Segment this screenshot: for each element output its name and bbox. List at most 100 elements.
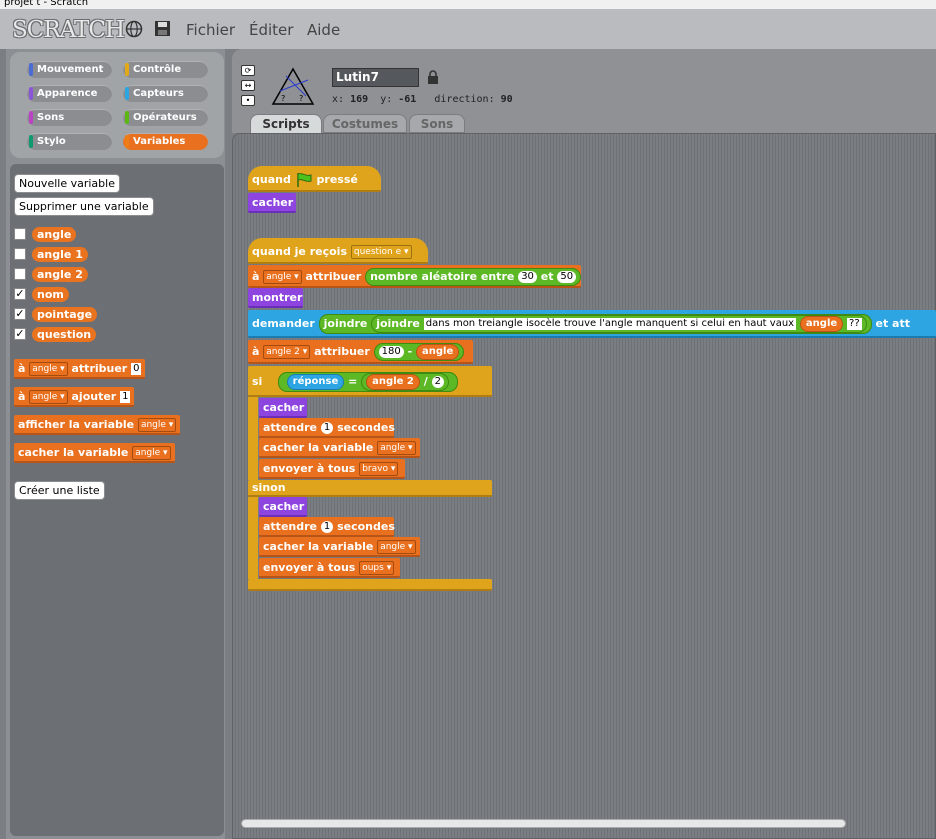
set-variable-block[interactable]: à angle attribuer 0 — [14, 359, 146, 379]
show-block[interactable]: montrer — [248, 288, 303, 308]
message-dropdown[interactable]: oups — [359, 561, 395, 575]
show-variable-block[interactable]: afficher la variable angle — [14, 415, 181, 435]
block-text: nombre aléatoire entre — [370, 270, 515, 283]
x-value: 169 — [350, 94, 369, 105]
horizontal-scrollbar[interactable] — [241, 819, 846, 828]
delete-variable-button[interactable]: Supprimer une variable — [14, 197, 154, 216]
variable-reporter[interactable]: angle — [416, 344, 460, 360]
menu-edit[interactable]: Éditer — [249, 21, 293, 39]
new-variable-button[interactable]: Nouvelle variable — [14, 174, 120, 193]
block-text: attendre — [263, 421, 317, 434]
block-text: ajouter — [71, 390, 117, 403]
message-dropdown[interactable]: question e — [350, 245, 412, 259]
join-operator[interactable]: joindre joindre dans mon treiangle isocè… — [318, 314, 872, 334]
variable-dropdown[interactable]: angle — [137, 418, 177, 432]
answer-reporter[interactable]: réponse — [286, 374, 345, 390]
text-input[interactable]: ?? — [847, 318, 862, 330]
number-input[interactable]: 1 — [320, 422, 334, 434]
join-operator-inner[interactable]: joindre dans mon treiangle isocèle trouv… — [371, 315, 867, 333]
when-flag-clicked-hat[interactable]: quand pressé — [248, 166, 381, 192]
variable-dropdown[interactable]: angle 2 — [263, 345, 311, 359]
broadcast-block[interactable]: envoyer à tous oups — [259, 558, 400, 578]
when-i-receive-hat[interactable]: quand je reçois question e — [248, 238, 428, 264]
else-label: sinon — [248, 480, 492, 497]
variable-checkbox[interactable] — [14, 228, 26, 240]
broadcast-block[interactable]: envoyer à tous bravo — [259, 459, 405, 479]
category-looks[interactable]: Apparence — [27, 85, 112, 102]
variable-dropdown[interactable]: angle — [29, 362, 68, 376]
variable-dropdown[interactable]: angle — [263, 270, 302, 284]
hide-variable-block[interactable]: cacher la variable angle — [259, 537, 420, 557]
variable-dropdown[interactable]: angle — [29, 390, 68, 404]
set-variable-block[interactable]: à angle attribuer nombre aléatoire entre… — [248, 265, 582, 288]
block-text: afficher la variable — [18, 418, 135, 431]
number-input[interactable]: 50 — [557, 271, 577, 283]
number-input[interactable]: 180 — [378, 346, 404, 358]
sprite-thumbnail-icon: ? ? — [271, 67, 315, 105]
tab-scripts[interactable]: Scripts — [250, 114, 322, 133]
hide-variable-block[interactable]: cacher la variable angle — [259, 438, 420, 458]
equals-operator[interactable]: réponse = angle 2 / 2 — [277, 372, 458, 392]
variable-checkbox[interactable]: ✓ — [14, 308, 26, 320]
change-variable-block[interactable]: à angle ajouter 1 — [14, 387, 135, 407]
variable-checkbox[interactable]: ✓ — [14, 328, 26, 340]
sensing-color-icon — [125, 87, 129, 100]
subtract-operator[interactable]: 180 - angle — [373, 343, 465, 361]
number-input[interactable]: 1 — [320, 521, 334, 533]
category-operators[interactable]: Opérateurs — [123, 109, 208, 126]
variable-reporter[interactable]: angle 2 — [366, 374, 420, 390]
variable-reporter[interactable]: angle — [799, 316, 844, 332]
value-input[interactable]: 0 — [131, 363, 142, 375]
hide-block[interactable]: cacher — [248, 193, 296, 213]
variable-checkbox[interactable] — [14, 268, 26, 280]
motion-color-icon — [29, 63, 33, 76]
category-sensing[interactable]: Capteurs — [123, 85, 208, 102]
lock-icon[interactable] — [427, 70, 439, 84]
variable-reporter[interactable]: angle — [32, 227, 77, 242]
hide-block[interactable]: cacher — [259, 398, 307, 418]
value-input[interactable]: 1 — [120, 391, 131, 403]
sprite-name-field[interactable]: Lutin7 — [332, 68, 419, 87]
random-operator[interactable]: nombre aléatoire entre 30 et 50 — [365, 268, 582, 286]
no-rotate-icon[interactable]: • — [241, 95, 255, 106]
variable-reporter[interactable]: angle 1 — [32, 247, 88, 262]
globe-icon[interactable] — [125, 20, 143, 38]
category-control[interactable]: Contrôle — [123, 61, 208, 78]
variable-reporter[interactable]: angle 2 — [32, 267, 88, 282]
hide-variable-block[interactable]: cacher la variable angle — [14, 443, 175, 463]
new-list-button[interactable]: Créer une liste — [14, 481, 105, 500]
number-input[interactable]: 30 — [518, 271, 537, 283]
flip-icon[interactable]: ↔ — [241, 80, 255, 91]
wait-block[interactable]: attendre 1 secondes — [259, 517, 395, 537]
hide-block[interactable]: cacher — [259, 497, 307, 517]
number-input[interactable]: 2 — [431, 376, 444, 388]
category-sound[interactable]: Sons — [27, 109, 112, 126]
variable-checkbox[interactable]: ✓ — [14, 288, 26, 300]
variable-dropdown[interactable]: angle — [377, 441, 416, 455]
variable-reporter[interactable]: nom — [32, 287, 69, 302]
category-label: Apparence — [37, 88, 98, 99]
variable-dropdown[interactable]: angle — [377, 540, 416, 554]
if-else-block[interactable]: si réponse = angle 2 / 2 — [248, 366, 492, 397]
ask-block[interactable]: demander joindre joindre dans mon treian… — [248, 310, 936, 338]
save-icon[interactable] — [154, 20, 171, 37]
set-variable-block[interactable]: à angle 2 attribuer 180 - angle — [248, 340, 473, 364]
category-variables[interactable]: Variables — [123, 133, 208, 150]
tab-sounds[interactable]: Sons — [409, 114, 465, 133]
rotate-icon[interactable]: ⟳ — [241, 65, 255, 76]
else-arm — [248, 497, 258, 579]
wait-block[interactable]: attendre 1 secondes — [259, 418, 395, 438]
text-input[interactable]: dans mon treiangle isocèle trouve l'angl… — [423, 318, 797, 330]
category-pen[interactable]: Stylo — [27, 133, 112, 150]
sound-color-icon — [29, 111, 33, 124]
variable-checkbox[interactable] — [14, 248, 26, 260]
category-motion[interactable]: Mouvement — [27, 61, 112, 78]
message-dropdown[interactable]: bravo — [359, 462, 399, 476]
variable-dropdown[interactable]: angle — [132, 446, 171, 460]
tab-costumes[interactable]: Costumes — [323, 114, 407, 133]
variable-reporter[interactable]: question — [32, 327, 97, 342]
divide-operator[interactable]: angle 2 / 2 — [361, 373, 449, 391]
menu-help[interactable]: Aide — [307, 21, 340, 39]
menu-file[interactable]: Fichier — [186, 21, 235, 39]
variable-reporter[interactable]: pointage — [32, 307, 98, 322]
